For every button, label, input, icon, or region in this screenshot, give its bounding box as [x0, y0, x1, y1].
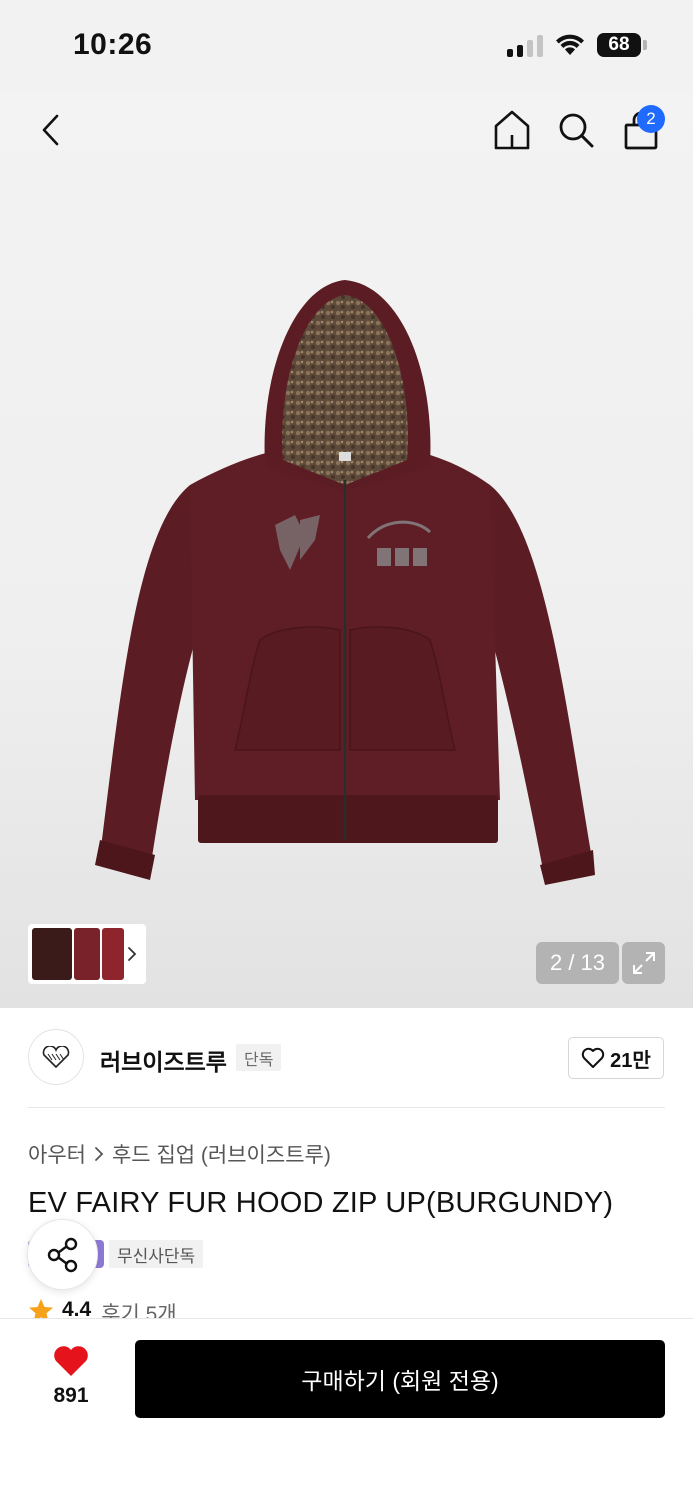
share-button[interactable] — [27, 1219, 98, 1290]
home-icon — [494, 110, 530, 150]
review-count[interactable]: 후기 5개 — [101, 1298, 176, 1320]
search-icon — [559, 113, 594, 148]
battery-cap — [643, 40, 647, 50]
heart-filled-icon — [54, 1346, 88, 1376]
chevron-left-icon — [42, 114, 59, 146]
product-title: EV FAIRY FUR HOOD ZIP UP(BURGUNDY) — [28, 1187, 614, 1219]
buy-button[interactable]: 구매하기 (회원 전용) — [135, 1340, 665, 1418]
brand-name[interactable]: 러브이즈트루 — [100, 1043, 227, 1077]
brand-like-button[interactable]: 21만 — [568, 1037, 664, 1079]
wishlist-button[interactable]: 891 — [36, 1344, 106, 1408]
thumbnail-strip[interactable] — [28, 924, 146, 984]
share-icon — [47, 1237, 77, 1272]
chevron-right-icon — [128, 947, 137, 961]
battery-icon: 68 — [597, 33, 641, 57]
cart-count-badge: 2 — [637, 105, 665, 133]
search-button[interactable] — [556, 110, 596, 150]
heart-outline-icon — [581, 1047, 605, 1068]
musinsa-exclusive-tag: 무신사단독 — [109, 1240, 204, 1268]
product-image[interactable] — [95, 280, 595, 885]
wifi-icon — [556, 34, 584, 55]
brand-logo[interactable] — [28, 1029, 84, 1085]
brand-like-count: 21만 — [610, 1049, 651, 1072]
status-time: 10:26 — [73, 28, 153, 61]
breadcrumb: 아우터 후드 집업 (러브이즈트루) — [28, 1139, 331, 1169]
image-counter: 2 / 13 — [536, 942, 619, 984]
rating-score: 4.4 — [62, 1298, 92, 1320]
status-bar: 10:26 68 — [0, 0, 693, 90]
heart-logo-icon — [42, 1046, 70, 1068]
chevron-right-icon — [95, 1147, 104, 1161]
brand-exclusive-tag: 단독 — [236, 1044, 282, 1071]
star-icon — [29, 1299, 53, 1320]
home-button[interactable] — [491, 108, 533, 152]
expand-button[interactable] — [622, 942, 665, 984]
divider — [28, 1107, 665, 1108]
wishlist-count: 891 — [53, 1384, 89, 1407]
rating-row[interactable]: 4.4 후기 5개 — [28, 1298, 177, 1320]
back-button[interactable] — [34, 110, 66, 150]
thumbnail[interactable] — [32, 928, 72, 980]
thumbnail[interactable] — [102, 928, 124, 980]
thumbnail[interactable] — [74, 928, 100, 980]
expand-icon — [632, 952, 655, 974]
breadcrumb-category[interactable]: 아우터 — [28, 1139, 86, 1169]
cellular-signal-icon — [507, 35, 543, 57]
breadcrumb-subcategory[interactable]: 후드 집업 (러브이즈트루) — [112, 1139, 331, 1169]
